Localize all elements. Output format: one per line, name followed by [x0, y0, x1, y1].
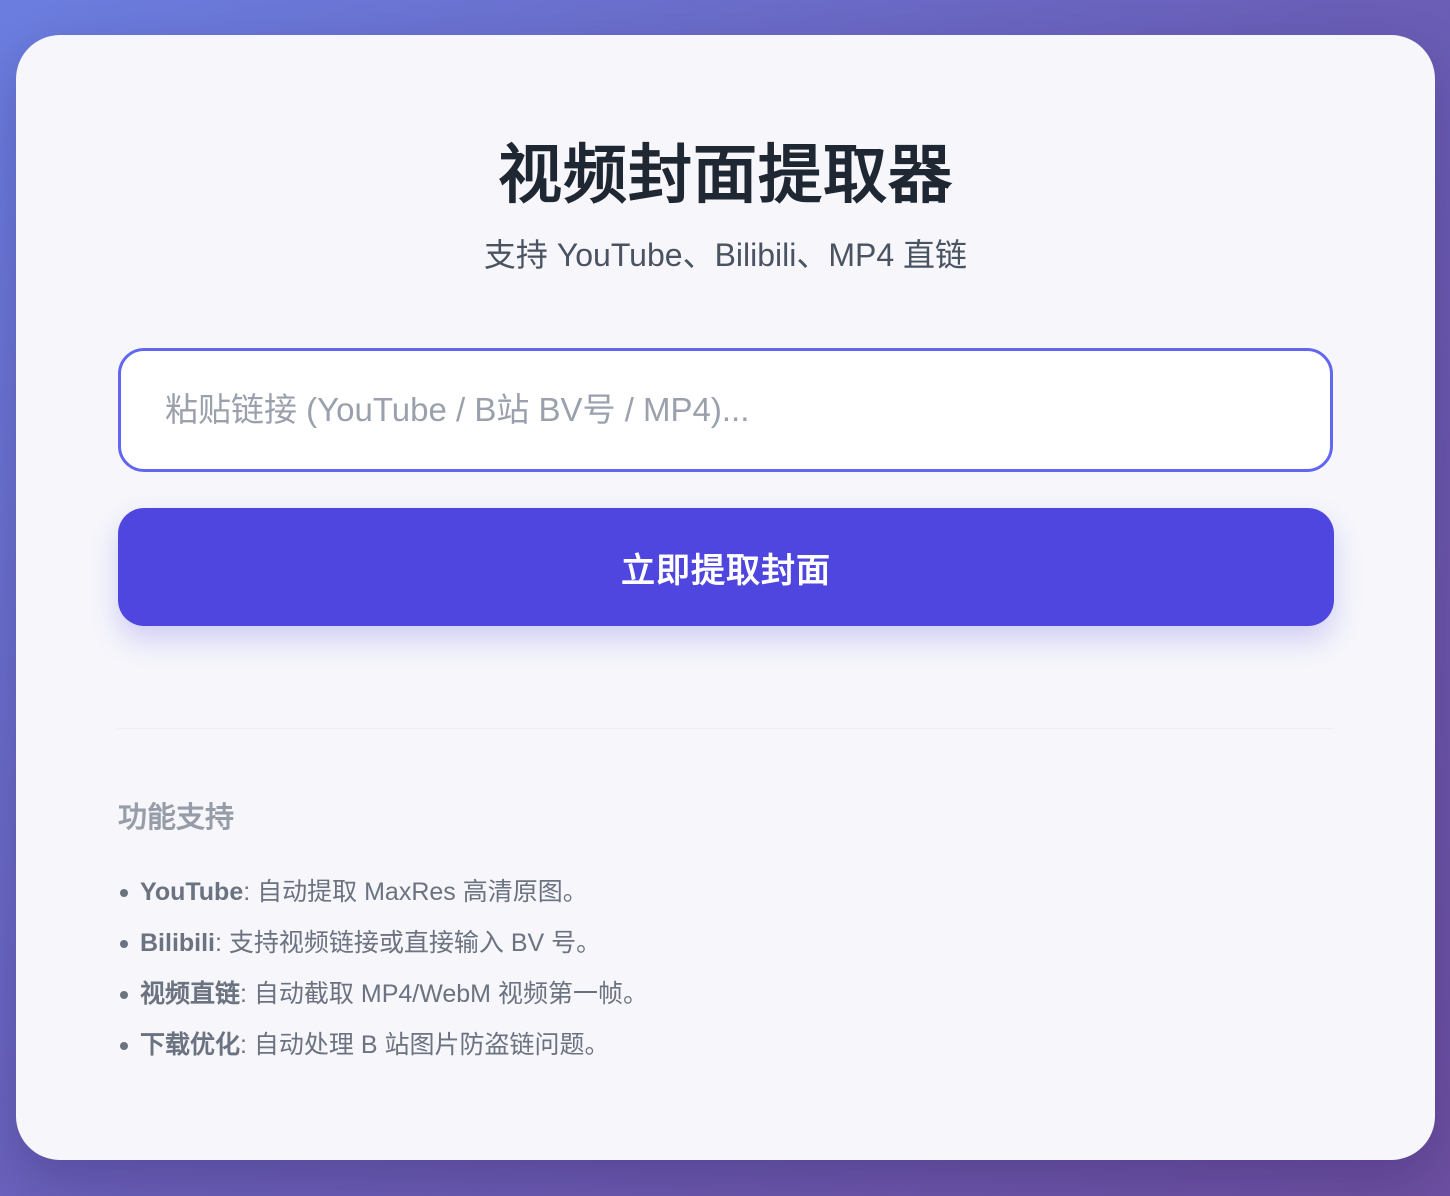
feature-item-direct-link: 视频直链: 自动截取 MP4/WebM 视频第一帧。: [118, 969, 648, 1020]
section-divider: [118, 728, 1334, 729]
bullet-icon: [120, 889, 128, 897]
feature-list: YouTube: 自动提取 MaxRes 高清原图。 Bilibili: 支持视…: [118, 867, 648, 1071]
url-input[interactable]: [118, 348, 1333, 472]
feature-name: YouTube: [140, 878, 244, 906]
feature-separator: :: [240, 1031, 254, 1059]
feature-separator: :: [240, 980, 254, 1008]
main-card: 视频封面提取器 支持 YouTube、Bilibili、MP4 直链 立即提取封…: [16, 35, 1435, 1160]
feature-name: 视频直链: [140, 980, 241, 1008]
features-heading: 功能支持: [118, 802, 235, 834]
feature-description: 自动处理 B 站图片防盗链问题。: [253, 1031, 610, 1059]
bullet-icon: [120, 940, 128, 948]
feature-description: 自动截取 MP4/WebM 视频第一帧。: [253, 980, 648, 1008]
feature-separator: :: [215, 929, 229, 957]
feature-name: Bilibili: [140, 929, 215, 957]
bullet-icon: [120, 1042, 128, 1050]
feature-item-download-optimization: 下载优化: 自动处理 B 站图片防盗链问题。: [118, 1020, 648, 1071]
feature-description: 支持视频链接或直接输入 BV 号。: [228, 929, 602, 957]
feature-item-bilibili: Bilibili: 支持视频链接或直接输入 BV 号。: [118, 918, 648, 969]
feature-description: 自动提取 MaxRes 高清原图。: [257, 878, 588, 906]
extract-cover-button[interactable]: 立即提取封面: [118, 508, 1334, 626]
feature-name: 下载优化: [140, 1031, 241, 1059]
feature-separator: :: [243, 878, 258, 906]
page-title: 视频封面提取器: [498, 139, 953, 211]
bullet-icon: [120, 991, 128, 999]
page-subtitle: 支持 YouTube、Bilibili、MP4 直链: [483, 237, 968, 273]
feature-item-youtube: YouTube: 自动提取 MaxRes 高清原图。: [118, 867, 648, 918]
